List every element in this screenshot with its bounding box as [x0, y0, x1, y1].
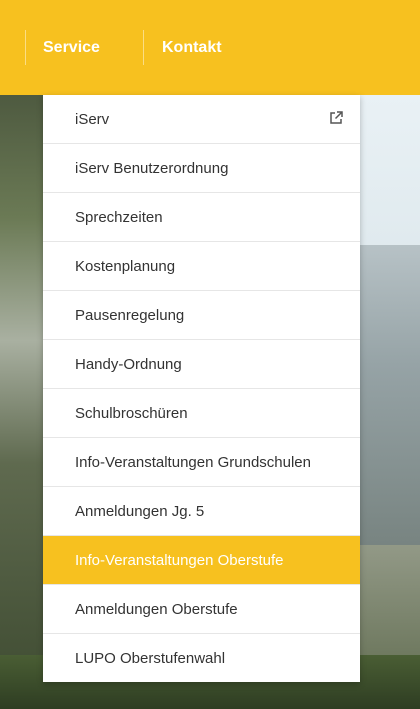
menu-item-label: iServ — [75, 110, 110, 128]
menu-item-label: Pausenregelung — [75, 306, 185, 324]
nav-divider — [25, 30, 26, 65]
menu-item-handy-ordnung[interactable]: Handy-Ordnung — [43, 340, 360, 389]
service-dropdown-menu: iServ iServ Benutzerordnung Sprechzeiten… — [43, 95, 360, 682]
menu-item-lupo-oberstufenwahl[interactable]: LUPO Oberstufenwahl — [43, 634, 360, 682]
menu-item-iserv[interactable]: iServ — [43, 95, 360, 144]
menu-item-kostenplanung[interactable]: Kostenplanung — [43, 242, 360, 291]
menu-item-pausenregelung[interactable]: Pausenregelung — [43, 291, 360, 340]
menu-item-label: Anmeldungen Jg. 5 — [75, 502, 205, 520]
menu-item-label: Info-Veranstaltungen Grundschulen — [75, 453, 311, 471]
menu-item-label: Sprechzeiten — [75, 208, 163, 226]
menu-item-label: iServ Benutzerordnung — [75, 159, 229, 177]
nav-item-service[interactable]: Service — [43, 36, 100, 60]
menu-item-info-veranstaltungen-grundschulen[interactable]: Info-Veranstaltungen Grundschulen — [43, 438, 360, 487]
menu-item-label: Handy-Ordnung — [75, 355, 182, 373]
menu-item-iserv-benutzerordnung[interactable]: iServ Benutzerordnung — [43, 144, 360, 193]
menu-item-label: Info-Veranstaltungen Oberstufe — [75, 551, 284, 569]
external-link-icon — [330, 111, 343, 124]
menu-item-schulbroschueren[interactable]: Schulbroschüren — [43, 389, 360, 438]
trees — [0, 95, 44, 709]
school-building — [360, 245, 420, 545]
nav-item-kontakt[interactable]: Kontakt — [162, 36, 222, 60]
menu-item-label: Schulbroschüren — [75, 404, 188, 422]
menu-item-label: Anmeldungen Oberstufe — [75, 600, 238, 618]
menu-item-label: Kostenplanung — [75, 257, 176, 275]
menu-item-anmeldungen-jg5[interactable]: Anmeldungen Jg. 5 — [43, 487, 360, 536]
menu-item-sprechzeiten[interactable]: Sprechzeiten — [43, 193, 360, 242]
nav-divider — [143, 30, 144, 65]
menu-item-label: LUPO Oberstufenwahl — [75, 649, 226, 667]
menu-item-anmeldungen-oberstufe[interactable]: Anmeldungen Oberstufe — [43, 585, 360, 634]
top-navbar: Service Kontakt — [0, 0, 420, 95]
menu-item-info-veranstaltungen-oberstufe[interactable]: Info-Veranstaltungen Oberstufe — [43, 536, 360, 585]
